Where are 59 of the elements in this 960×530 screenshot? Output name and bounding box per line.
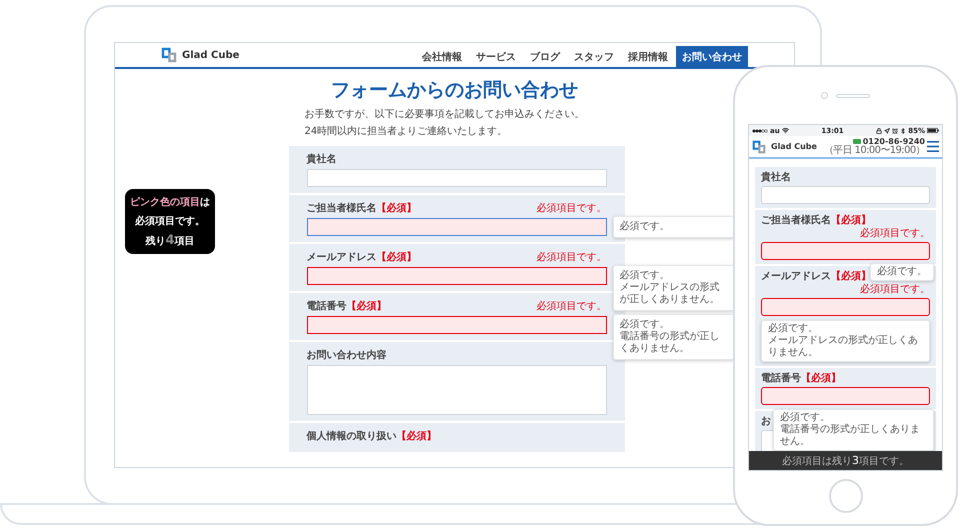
input-field[interactable] xyxy=(761,242,930,260)
field-label: ご担当者様氏名【必須】 xyxy=(306,202,416,215)
nav-tab[interactable]: ブログ xyxy=(524,46,566,67)
speaker-icon xyxy=(836,94,870,98)
nav-tab[interactable]: スタッフ xyxy=(568,46,620,67)
error-message: 必須項目です。 xyxy=(860,227,930,240)
error-message: 必須項目です。 xyxy=(536,202,606,215)
nav-tab[interactable]: お問い合わせ xyxy=(676,46,748,67)
alarm-icon xyxy=(892,128,898,134)
page-title: フォームからのお問い合わせ xyxy=(330,78,579,103)
battery-icon xyxy=(927,128,939,133)
field-label: 貴社名 xyxy=(761,171,791,184)
error-message: 必須項目です。 xyxy=(536,300,606,313)
error-message: 必須項目です。 xyxy=(860,283,930,296)
field-label: メールアドレス【必須】 xyxy=(306,250,416,264)
input-field[interactable] xyxy=(761,298,930,316)
validation-tooltip: 必須です。 電話番号の形式が正しくありません。 xyxy=(612,314,734,360)
business-hours: （平日 10:00〜19:00） xyxy=(824,146,925,156)
input-field[interactable] xyxy=(761,387,930,405)
notice-text: ピンク色の項目は xyxy=(130,196,210,209)
field-label: メールアドレス【必須】 xyxy=(761,270,871,283)
phone-badge-icon xyxy=(852,139,861,144)
input-field[interactable] xyxy=(306,218,606,236)
input-field[interactable] xyxy=(306,267,606,285)
field-label: 電話番号【必須】 xyxy=(306,300,386,313)
bluetooth-icon xyxy=(900,128,906,134)
logo-icon xyxy=(752,140,766,154)
input-field[interactable] xyxy=(306,316,606,334)
validation-tooltip: 必須です。 メールアドレスの形式が正しくありません。 xyxy=(612,265,734,311)
location-icon xyxy=(884,128,890,134)
remaining-text: 必須項目は残り 3項目です。 xyxy=(782,454,909,468)
nav-tab[interactable]: 会社情報 xyxy=(416,46,468,67)
notice-text: 残り 4項目 xyxy=(145,233,195,248)
camera-icon xyxy=(821,92,828,99)
nav-tab[interactable]: サービス xyxy=(470,46,522,67)
logo-text: Glad Cube xyxy=(182,50,240,60)
textarea-field[interactable] xyxy=(306,365,606,415)
field-label: 個人情報の取り扱い【必須】 xyxy=(306,430,436,443)
menu-icon[interactable] xyxy=(927,141,939,152)
field-label: お問い合わせ内容 xyxy=(306,348,386,362)
validation-tooltip: 必須です。 xyxy=(870,263,934,281)
lock-icon xyxy=(876,128,882,134)
field-label: 電話番号【必須】 xyxy=(761,372,841,385)
validation-tooltip: 必須です。 電話番号の形式が正しくありません。 xyxy=(773,409,934,451)
phone-number: 0120-86-9240 xyxy=(862,137,925,146)
validation-tooltip: 必須です。 xyxy=(612,216,734,238)
notice-text: 必須項目です。 xyxy=(135,214,205,228)
field-label: 貴社名 xyxy=(306,152,336,166)
logo-icon xyxy=(161,47,177,63)
logo-text: Glad Cube xyxy=(771,142,817,151)
validation-tooltip: 必須です。 メールアドレスの形式が正しくありません。 xyxy=(761,320,930,362)
intro-text: お手数ですが、以下に必要事項を記載してお申込みください。 xyxy=(304,108,586,121)
field-label: お xyxy=(761,415,771,428)
nav-tab[interactable]: 採用情報 xyxy=(622,46,674,67)
wifi-icon xyxy=(782,127,789,134)
signal-icon xyxy=(752,128,768,132)
error-message: 必須項目です。 xyxy=(536,250,606,264)
field-label: ご担当者様氏名【必須】 xyxy=(761,214,871,227)
intro-text: 24時間以内に担当者よりご連絡いたします。 xyxy=(304,124,508,138)
